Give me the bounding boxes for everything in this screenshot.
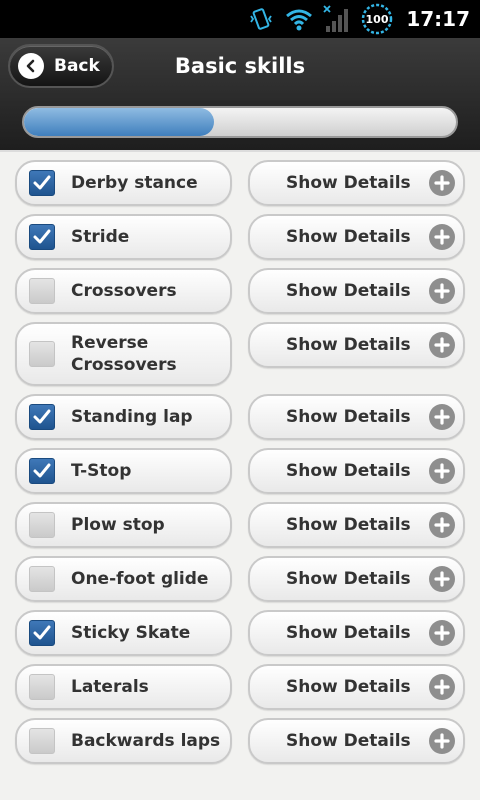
skill-checkbox-item[interactable]: Laterals <box>15 664 232 710</box>
plus-icon <box>429 278 455 304</box>
show-details-button[interactable]: Show Details <box>248 556 465 602</box>
show-details-label: Show Details <box>286 335 411 355</box>
show-details-button[interactable]: Show Details <box>248 214 465 260</box>
signal-icon <box>322 4 352 34</box>
checkbox-unchecked[interactable] <box>29 674 55 700</box>
skill-row: Laterals Show Details <box>0 664 480 710</box>
progress-fill <box>24 108 215 136</box>
checkmark-icon <box>33 175 51 190</box>
show-details-button[interactable]: Show Details <box>248 394 465 440</box>
skill-checkbox-item[interactable]: Derby stance <box>15 160 232 206</box>
skill-checkbox-item[interactable]: Standing lap <box>15 394 232 440</box>
checkbox-unchecked[interactable] <box>29 512 55 538</box>
show-details-button[interactable]: Show Details <box>248 322 465 368</box>
skill-row: Sticky Skate Show Details <box>0 610 480 656</box>
show-details-label: Show Details <box>286 677 411 697</box>
checkbox-unchecked[interactable] <box>29 278 55 304</box>
header: Back Basic skills <box>0 38 480 150</box>
show-details-button[interactable]: Show Details <box>248 610 465 656</box>
show-details-label: Show Details <box>286 281 411 301</box>
skill-row: T-Stop Show Details <box>0 448 480 494</box>
progress-bar <box>22 106 458 138</box>
show-details-label: Show Details <box>286 173 411 193</box>
checkmark-icon <box>33 625 51 640</box>
checkbox-unchecked[interactable] <box>29 566 55 592</box>
plus-icon <box>429 404 455 430</box>
show-details-label: Show Details <box>286 569 411 589</box>
show-details-label: Show Details <box>286 623 411 643</box>
show-details-button[interactable]: Show Details <box>248 664 465 710</box>
plus-icon <box>429 566 455 592</box>
skill-checkbox-item[interactable]: Plow stop <box>15 502 232 548</box>
back-button-label: Back <box>54 56 100 76</box>
back-arrow-icon <box>18 53 44 79</box>
checkmark-icon <box>33 409 51 424</box>
show-details-label: Show Details <box>286 731 411 751</box>
skill-row: Derby stance Show Details <box>0 160 480 206</box>
checkbox-checked[interactable] <box>29 458 55 484</box>
checkmark-icon <box>33 463 51 478</box>
checkbox-checked[interactable] <box>29 620 55 646</box>
plus-icon <box>429 674 455 700</box>
skill-label: Reverse Crossovers <box>71 333 177 375</box>
skill-label: Derby stance <box>71 173 198 193</box>
plus-icon <box>429 512 455 538</box>
skill-checkbox-item[interactable]: Crossovers <box>15 268 232 314</box>
divider <box>0 150 480 152</box>
show-details-button[interactable]: Show Details <box>248 160 465 206</box>
skill-label: Laterals <box>71 677 149 697</box>
skill-label: Sticky Skate <box>71 623 191 643</box>
skill-row: Crossovers Show Details <box>0 268 480 314</box>
clock: 17:17 <box>406 7 470 31</box>
plus-icon <box>429 728 455 754</box>
show-details-label: Show Details <box>286 227 411 247</box>
plus-icon <box>429 620 455 646</box>
skill-label: Backwards laps <box>71 731 221 751</box>
skill-label: Crossovers <box>71 281 177 301</box>
checkbox-checked[interactable] <box>29 224 55 250</box>
plus-icon <box>429 170 455 196</box>
skill-checkbox-item[interactable]: Backwards laps <box>15 718 232 764</box>
plus-icon <box>429 224 455 250</box>
skill-label: One-foot glide <box>71 569 209 589</box>
show-details-label: Show Details <box>286 461 411 481</box>
show-details-button[interactable]: Show Details <box>248 718 465 764</box>
skill-row: One-foot glide Show Details <box>0 556 480 602</box>
show-details-button[interactable]: Show Details <box>248 268 465 314</box>
checkbox-unchecked[interactable] <box>29 728 55 754</box>
checkbox-checked[interactable] <box>29 170 55 196</box>
skill-label: Stride <box>71 227 130 247</box>
wifi-icon <box>284 4 314 34</box>
skill-label: T-Stop <box>71 461 132 481</box>
skill-label: Plow stop <box>71 515 165 535</box>
vibrate-icon <box>246 4 276 34</box>
skill-row: Plow stop Show Details <box>0 502 480 548</box>
skill-row: Standing lap Show Details <box>0 394 480 440</box>
show-details-button[interactable]: Show Details <box>248 448 465 494</box>
skill-checkbox-item[interactable]: Stride <box>15 214 232 260</box>
back-button[interactable]: Back <box>8 44 114 88</box>
show-details-label: Show Details <box>286 515 411 535</box>
skill-row: Stride Show Details <box>0 214 480 260</box>
skill-checkbox-item[interactable]: Sticky Skate <box>15 610 232 656</box>
show-details-button[interactable]: Show Details <box>248 502 465 548</box>
battery-icon: 100 <box>360 3 394 35</box>
status-bar: 100 17:17 <box>0 0 480 38</box>
checkbox-checked[interactable] <box>29 404 55 430</box>
battery-level: 100 <box>366 13 389 26</box>
skill-checkbox-item[interactable]: T-Stop <box>15 448 232 494</box>
skill-checkbox-item[interactable]: Reverse Crossovers <box>15 322 232 386</box>
skill-row: Reverse Crossovers Show Details <box>0 322 480 386</box>
show-details-label: Show Details <box>286 407 411 427</box>
skill-label: Standing lap <box>71 407 193 427</box>
plus-icon <box>429 458 455 484</box>
skill-checkbox-item[interactable]: One-foot glide <box>15 556 232 602</box>
plus-icon <box>429 332 455 358</box>
page-title: Basic skills <box>174 54 306 78</box>
checkbox-unchecked[interactable] <box>29 341 55 367</box>
checkmark-icon <box>33 229 51 244</box>
skill-row: Backwards laps Show Details <box>0 718 480 764</box>
